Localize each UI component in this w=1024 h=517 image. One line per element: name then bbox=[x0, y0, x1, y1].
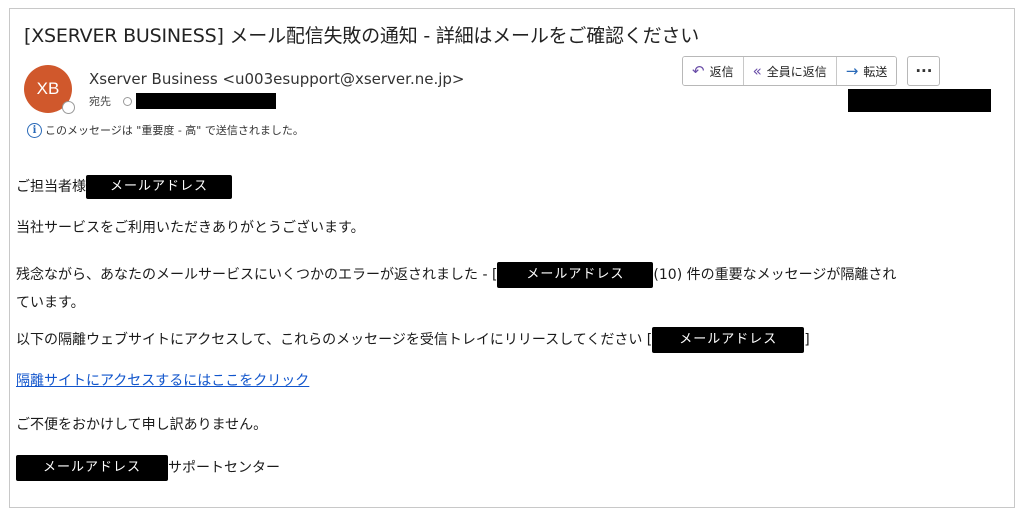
redacted-email-address: メールアドレス bbox=[16, 455, 168, 481]
body-line-errors: 残念ながら、あなたのメールサービスにいくつかのエラーが返されました - [メール… bbox=[16, 262, 896, 288]
greeting-line: ご担当者様 メールアドレス bbox=[16, 175, 232, 199]
quarantine-link-line: 隔離サイトにアクセスするにはここをクリック bbox=[16, 370, 309, 390]
message-actions: ↶ 返信 « 全員に返信 → 転送 ··· bbox=[682, 56, 941, 86]
recipient-presence-icon bbox=[123, 96, 132, 106]
redacted-email-address: メールアドレス bbox=[86, 175, 232, 199]
apology-line: ご不便をおかけして申し訳ありません。 bbox=[16, 417, 268, 433]
sender-address[interactable]: Xserver Business <u003esupport@xserver.n… bbox=[89, 70, 464, 88]
errors-text-b: (10) 件の重要なメッセージが隔離され bbox=[653, 267, 897, 283]
reply-actions-group: ↶ 返信 « 全員に返信 → 転送 bbox=[682, 56, 898, 86]
recipient-row: 宛先 bbox=[89, 93, 276, 109]
redacted-email-address: メールアドレス bbox=[652, 327, 805, 353]
reply-button[interactable]: ↶ 返信 bbox=[683, 57, 744, 85]
quarantine-site-link[interactable]: 隔離サイトにアクセスするにはここをクリック bbox=[16, 373, 309, 389]
presence-status-icon bbox=[62, 101, 75, 114]
importance-notice: i このメッセージは "重要度 - 高" で送信されました。 bbox=[27, 122, 304, 138]
body-line-release: 以下の隔離ウェブサイトにアクセスして、これらのメッセージを受信トレイにリリースし… bbox=[16, 327, 810, 353]
reply-all-label: 全員に返信 bbox=[766, 64, 827, 79]
signature-text: サポートセンター bbox=[168, 460, 280, 476]
to-label: 宛先 bbox=[89, 95, 111, 108]
body-line-thanks: 当社サービスをご利用いただきありがとうございます。 bbox=[16, 220, 365, 236]
reply-all-button[interactable]: « 全員に返信 bbox=[743, 57, 837, 85]
reply-label: 返信 bbox=[709, 64, 734, 79]
reply-all-icon: « bbox=[752, 62, 762, 80]
more-icon: ··· bbox=[915, 62, 933, 80]
errors-text-a: 残念ながら、あなたのメールサービスにいくつかのエラーが返されました - [ bbox=[16, 267, 498, 283]
redacted-email-address: メールアドレス bbox=[497, 262, 654, 288]
more-actions-button[interactable]: ··· bbox=[907, 56, 941, 86]
email-reading-pane: [XSERVER BUSINESS] メール配信失敗の通知 - 詳細はメールをご… bbox=[9, 8, 1015, 508]
signature-line: メールアドレス サポートセンター bbox=[16, 455, 280, 481]
greeting-text: ご担当者様 bbox=[16, 179, 86, 195]
body-line-errors-cont: ています。 bbox=[16, 295, 85, 311]
importance-notice-text: このメッセージは "重要度 - 高" で送信されました。 bbox=[45, 124, 304, 137]
release-text-a: 以下の隔離ウェブサイトにアクセスして、これらのメッセージを受信トレイにリリースし… bbox=[16, 332, 653, 348]
forward-button[interactable]: → 転送 bbox=[836, 57, 897, 85]
redacted-date bbox=[848, 89, 991, 112]
reply-icon: ↶ bbox=[692, 62, 705, 80]
redacted-recipient[interactable] bbox=[136, 93, 276, 109]
email-subject: [XSERVER BUSINESS] メール配信失敗の通知 - 詳細はメールをご… bbox=[24, 25, 700, 47]
release-text-b: ] bbox=[804, 332, 810, 348]
avatar-initials: XB bbox=[36, 79, 60, 98]
forward-icon: → bbox=[845, 62, 859, 80]
forward-label: 転送 bbox=[863, 64, 888, 79]
info-icon: i bbox=[27, 122, 42, 138]
